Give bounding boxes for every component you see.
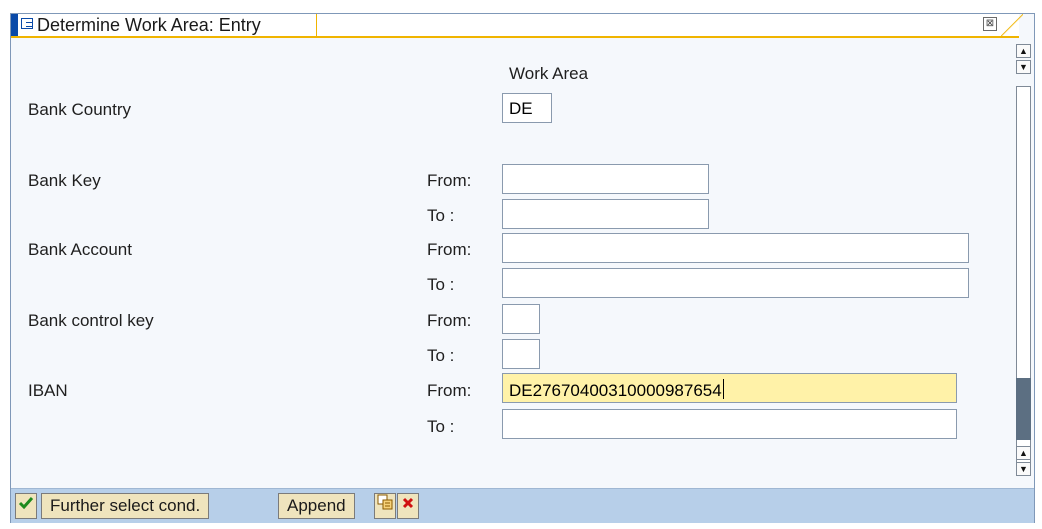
iban-from-value: DE27670400310000987654 — [509, 381, 722, 400]
bank-country-field[interactable]: DE — [502, 93, 552, 123]
title-bar: Determine Work Area: Entry ⊠ — [11, 14, 1023, 38]
cancel-button[interactable] — [397, 493, 419, 519]
bank-key-from-field[interactable] — [502, 164, 709, 194]
bank-control-key-to-label: To : — [427, 346, 455, 365]
close-icon[interactable]: ⊠ — [983, 17, 997, 31]
bank-account-to-label: To : — [427, 275, 455, 294]
bank-key-from-label: From: — [427, 171, 472, 190]
title-decoration — [1001, 14, 1023, 36]
iban-to-field[interactable] — [502, 409, 957, 439]
dialog-title: Determine Work Area: Entry — [37, 15, 261, 35]
append-button[interactable]: Append — [278, 493, 355, 519]
iban-from-label: From: — [427, 381, 472, 400]
bank-key-label: Bank Key — [28, 171, 101, 190]
check-icon — [18, 497, 34, 510]
bank-control-key-from-field[interactable] — [502, 304, 540, 334]
bank-account-from-label: From: — [427, 240, 472, 259]
bank-control-key-from-label: From: — [427, 311, 472, 330]
iban-label: IBAN — [28, 381, 68, 400]
scroll-page-down-icon[interactable]: ▼ — [1016, 60, 1031, 74]
dialog-window: Determine Work Area: Entry ⊠ Work Area B… — [10, 13, 1035, 523]
title-accent — [11, 14, 18, 36]
scroll-down-icon[interactable]: ▼ — [1016, 462, 1031, 476]
multiple-selection-button[interactable] — [374, 493, 396, 519]
bank-control-key-to-field[interactable] — [502, 339, 540, 369]
further-select-cond-button[interactable]: Further select cond. — [41, 493, 210, 519]
scroll-page-up-icon[interactable]: ▲ — [1016, 446, 1031, 460]
title-tab: Determine Work Area: Entry — [11, 14, 317, 36]
bank-country-label: Bank Country — [28, 100, 131, 119]
selection-form: Work Area Bank Country DE Bank Key From:… — [11, 38, 1011, 470]
bank-account-to-field[interactable] — [502, 268, 969, 298]
text-cursor — [722, 379, 724, 399]
multiple-selection-icon — [377, 494, 393, 510]
scroll-thumb[interactable] — [1016, 378, 1031, 440]
cancel-icon — [402, 497, 414, 509]
vertical-scrollbar[interactable]: ▲ ▼ ▲ ▼ — [1015, 38, 1034, 488]
bank-control-key-label: Bank control key — [28, 311, 154, 330]
iban-from-field[interactable]: DE27670400310000987654 — [502, 373, 957, 403]
dialog-icon — [21, 18, 33, 29]
scroll-up-icon[interactable]: ▲ — [1016, 44, 1031, 58]
bank-account-label: Bank Account — [28, 240, 132, 259]
dialog-toolbar: Further select cond. Append — [11, 488, 1034, 523]
bank-key-to-label: To : — [427, 206, 455, 225]
work-area-heading: Work Area — [509, 64, 589, 83]
confirm-button[interactable] — [15, 493, 37, 519]
bank-key-to-field[interactable] — [502, 199, 709, 229]
bank-account-from-field[interactable] — [502, 233, 969, 263]
iban-to-label: To : — [427, 417, 455, 436]
